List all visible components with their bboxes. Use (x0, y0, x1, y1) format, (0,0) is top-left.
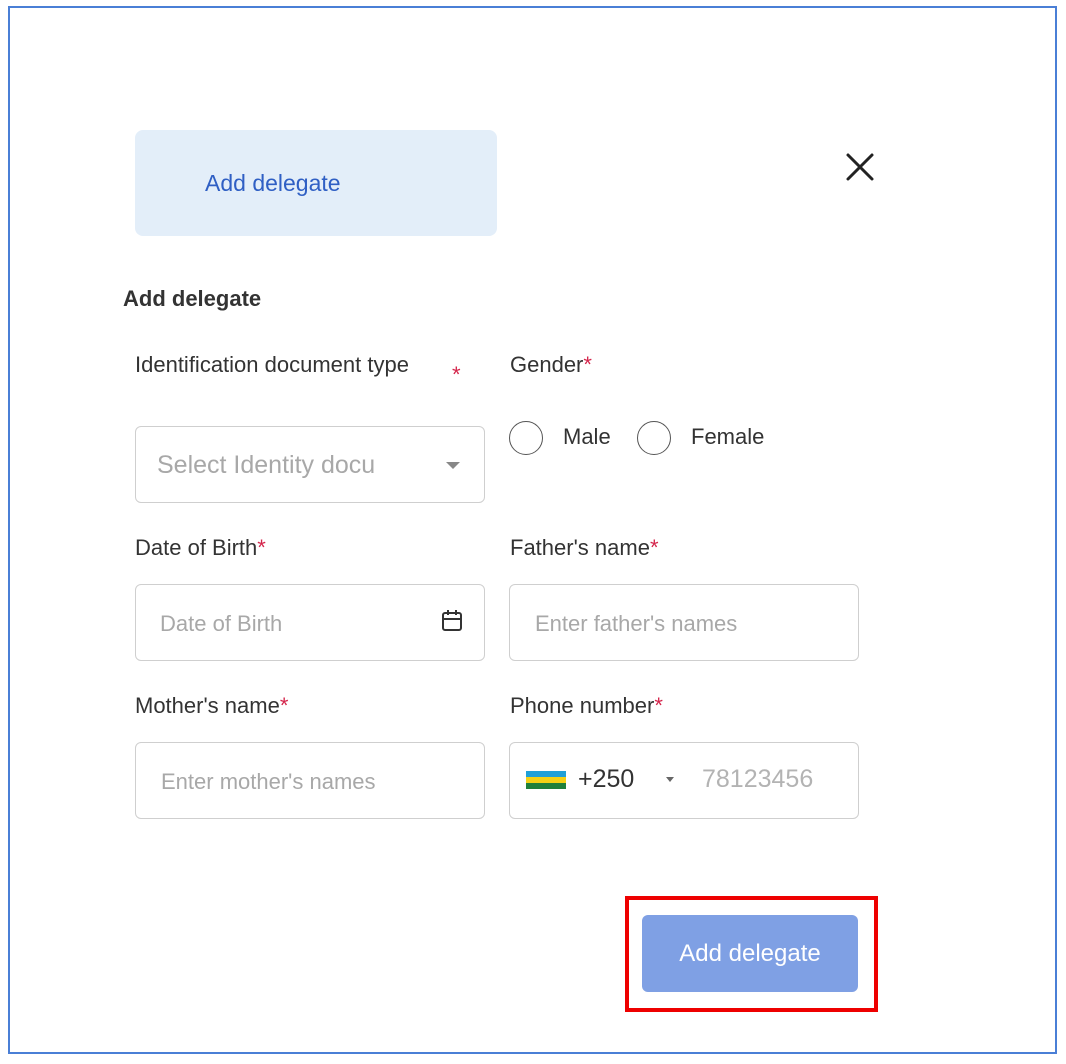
id-type-placeholder: Select Identity docu (157, 451, 376, 479)
father-label: Father's name* (510, 535, 659, 560)
tab-label: Add delegate (205, 170, 341, 196)
phone-label-text: Phone number (510, 693, 655, 718)
required-marker: * (452, 362, 461, 387)
mother-placeholder: Enter mother's names (161, 769, 376, 794)
form-title: Add delegate (123, 286, 262, 311)
father-placeholder: Enter father's names (535, 611, 738, 636)
id-type-label-text: Identification document type (135, 352, 409, 377)
gender-option-male[interactable]: Male (563, 424, 611, 450)
chevron-down-icon (446, 462, 460, 469)
dob-label: Date of Birth* (135, 535, 266, 560)
gender-option-female[interactable]: Female (691, 424, 764, 450)
country-code[interactable]: +250 (578, 765, 634, 794)
gender-radio-male[interactable] (509, 421, 543, 455)
tab-add-delegate[interactable]: Add delegate (135, 130, 497, 236)
rwanda-flag-icon[interactable] (526, 771, 566, 789)
required-marker: * (649, 535, 659, 560)
chevron-down-icon[interactable] (666, 777, 674, 782)
gender-label: Gender* (510, 352, 592, 377)
required-marker: * (279, 693, 289, 718)
father-label-text: Father's name (510, 535, 650, 560)
required-marker: * (654, 693, 663, 718)
required-marker: * (583, 352, 592, 377)
phone-placeholder: 78123456 (702, 765, 814, 793)
required-marker: * (257, 535, 266, 560)
id-type-label: Identification document type (135, 352, 425, 377)
dob-placeholder: Date of Birth (160, 611, 283, 636)
mother-label-text: Mother's name (135, 693, 280, 718)
close-icon[interactable] (843, 150, 877, 184)
id-type-select[interactable]: Select Identity docu (135, 426, 485, 503)
add-delegate-button[interactable]: Add delegate (642, 915, 858, 992)
mother-name-input[interactable]: Enter mother's names (135, 742, 485, 819)
gender-label-text: Gender (510, 352, 584, 377)
father-name-input[interactable]: Enter father's names (509, 584, 859, 661)
phone-input[interactable]: +250 78123456 (509, 742, 859, 819)
mother-label: Mother's name* (135, 693, 288, 718)
gender-radio-female[interactable] (637, 421, 671, 455)
dob-label-text: Date of Birth (135, 535, 258, 560)
phone-label: Phone number* (510, 693, 663, 718)
calendar-icon[interactable] (441, 609, 463, 639)
dob-input[interactable]: Date of Birth (135, 584, 485, 661)
